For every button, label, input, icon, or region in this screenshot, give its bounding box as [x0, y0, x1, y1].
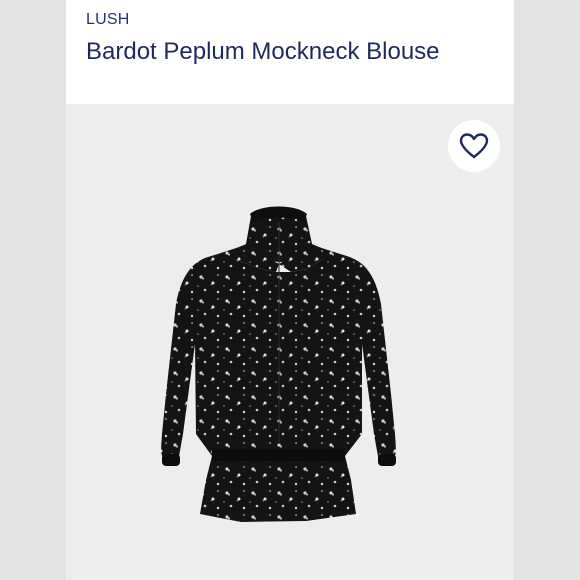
product-photo[interactable] [66, 104, 514, 580]
left-margin [0, 0, 66, 580]
favorite-button[interactable] [448, 120, 500, 172]
product-card: LUSH Bardot Peplum Mockneck Blouse [66, 0, 514, 580]
brand-link[interactable]: LUSH [86, 10, 494, 30]
product-title: Bardot Peplum Mockneck Blouse [86, 38, 440, 65]
product-header: LUSH Bardot Peplum Mockneck Blouse [66, 0, 514, 104]
heart-outline-icon [459, 133, 489, 159]
blouse-image [161, 206, 396, 523]
right-margin [514, 0, 580, 580]
